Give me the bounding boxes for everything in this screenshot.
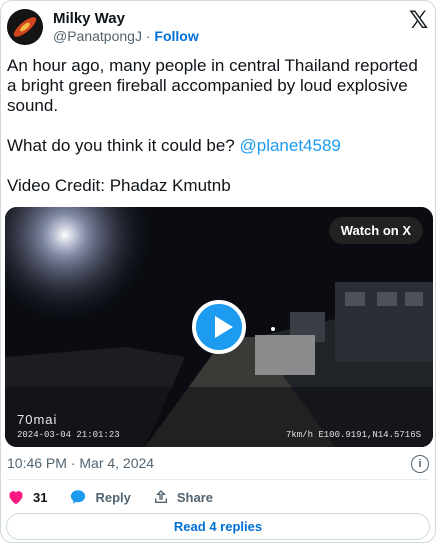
tweet-header: Milky Way @PanatpongJ · Follow 𝕏 [7,7,429,47]
like-button[interactable]: 31 [7,489,47,505]
author-handle[interactable]: @PanatpongJ [53,28,142,44]
share-label: Share [176,489,214,505]
action-bar: 31 Reply Share [7,487,235,507]
dashcam-coordinates: 7km/h E100.9191,N14.5716S [285,430,421,440]
heart-icon [7,489,25,505]
mention-link[interactable]: @planet4589 [239,136,340,155]
post-paragraph-2: What do you think it could be? @planet45… [7,136,427,156]
watch-on-x-button[interactable]: Watch on X [328,217,423,244]
read-replies-button[interactable]: Read 4 replies [6,513,430,540]
dashcam-brand: 70mai [17,412,58,427]
reply-bubble-icon [69,488,87,506]
post-paragraph-1: An hour ago, many people in central Thai… [7,56,418,115]
info-icon[interactable]: i [411,455,429,473]
video-player[interactable]: Watch on X 70mai 2024-03-04 21:01:23 7km… [5,207,433,447]
post-text: An hour ago, many people in central Thai… [7,56,427,216]
tweet-card: Milky Way @PanatpongJ · Follow 𝕏 An hour… [0,0,436,543]
author-name[interactable]: Milky Way [53,10,125,27]
reply-label: Reply [95,489,131,505]
divider [7,479,429,480]
separator-dot: · [145,28,151,44]
reply-button[interactable]: Reply [69,488,131,506]
post-paragraph-3: Video Credit: Phadaz Kmutnb [7,176,231,195]
avatar[interactable] [7,9,43,45]
follow-button[interactable]: Follow [154,28,198,44]
play-button-icon[interactable] [192,300,246,354]
author-handle-row: @PanatpongJ · Follow [53,28,199,44]
dashcam-timestamp: 2024-03-04 21:01:23 [17,430,120,440]
post-question: What do you think it could be? [7,136,235,155]
post-timestamp[interactable]: 10:46 PM · Mar 4, 2024 [7,455,154,471]
share-button[interactable]: Share [153,489,213,505]
x-logo-icon[interactable]: 𝕏 [409,9,429,33]
share-icon [153,489,169,505]
like-count: 31 [33,489,48,505]
